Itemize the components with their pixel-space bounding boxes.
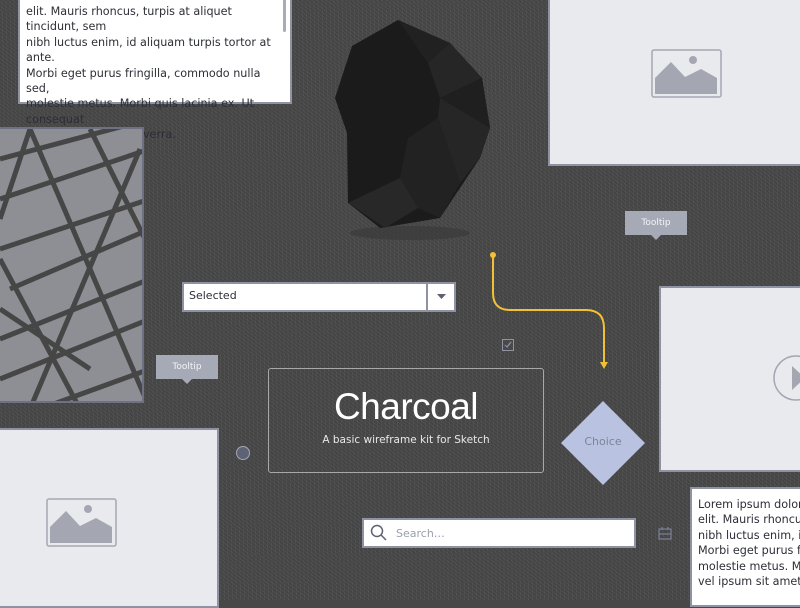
text-line: Morbi eget purus fringilla, commodo null… xyxy=(698,544,800,558)
text-line: elit. Mauris rhoncus, turpis at aliquet … xyxy=(26,5,232,34)
tooltip-left: Tooltip xyxy=(156,355,218,384)
scrollbar[interactable] xyxy=(283,0,286,32)
text-card-bottom: Lorem ipsum dolor sit amet, consectetur … xyxy=(690,487,800,607)
map-placeholder xyxy=(0,127,144,403)
select-dropdown[interactable]: Selected xyxy=(182,282,456,312)
text-line: Lorem ipsum dolor sit amet, consectetur … xyxy=(698,498,800,511)
hero-card: Charcoal A basic wireframe kit for Sketc… xyxy=(268,368,544,473)
image-placeholder-top-right xyxy=(548,0,800,166)
video-placeholder xyxy=(659,286,800,472)
text-line: molestie metus. Morbi quis lacinia ex. U… xyxy=(698,559,800,573)
checkbox[interactable] xyxy=(502,339,514,351)
text-line: nibh luctus enim, id aliquam turpis tort… xyxy=(698,528,800,542)
search-icon xyxy=(370,524,387,541)
checkmark-icon xyxy=(504,341,512,348)
text-card-top: elit. Mauris rhoncus, turpis at aliquet … xyxy=(18,0,292,141)
decision-label: Choice xyxy=(584,435,622,448)
select-toggle-button[interactable] xyxy=(426,284,454,310)
arrow-down-icon xyxy=(600,362,608,369)
image-icon xyxy=(46,498,117,547)
coal-rock-illustration xyxy=(335,20,490,240)
calendar-icon[interactable] xyxy=(658,527,672,540)
text-line: Morbi eget purus fringilla, commodo null… xyxy=(26,66,261,96)
hero-subtitle: A basic wireframe kit for Sketch xyxy=(322,434,490,446)
radio-button[interactable] xyxy=(236,446,250,460)
text-line: elit. Mauris rhoncus, turpis at aliquet … xyxy=(698,513,800,527)
image-icon xyxy=(651,49,722,98)
tooltip-right: Tooltip xyxy=(625,211,687,240)
play-icon[interactable] xyxy=(772,354,800,404)
text-line: nibh luctus enim, id aliquam turpis tort… xyxy=(26,35,271,65)
select-value: Selected xyxy=(189,289,237,302)
flow-connector[interactable] xyxy=(486,248,611,373)
search-field[interactable]: Search… xyxy=(362,518,636,548)
caret-down-icon xyxy=(436,294,446,299)
image-placeholder-bottom-left xyxy=(0,428,219,608)
map-roads-icon xyxy=(0,129,142,401)
text-line: vel ipsum sit amet viverra. xyxy=(698,575,800,589)
search-input[interactable]: Search… xyxy=(396,527,445,540)
text-line: molestie metus. Morbi quis lacinia ex. U… xyxy=(26,97,255,126)
hero-title: Charcoal xyxy=(333,386,479,427)
decision-node[interactable]: Choice xyxy=(560,400,646,486)
